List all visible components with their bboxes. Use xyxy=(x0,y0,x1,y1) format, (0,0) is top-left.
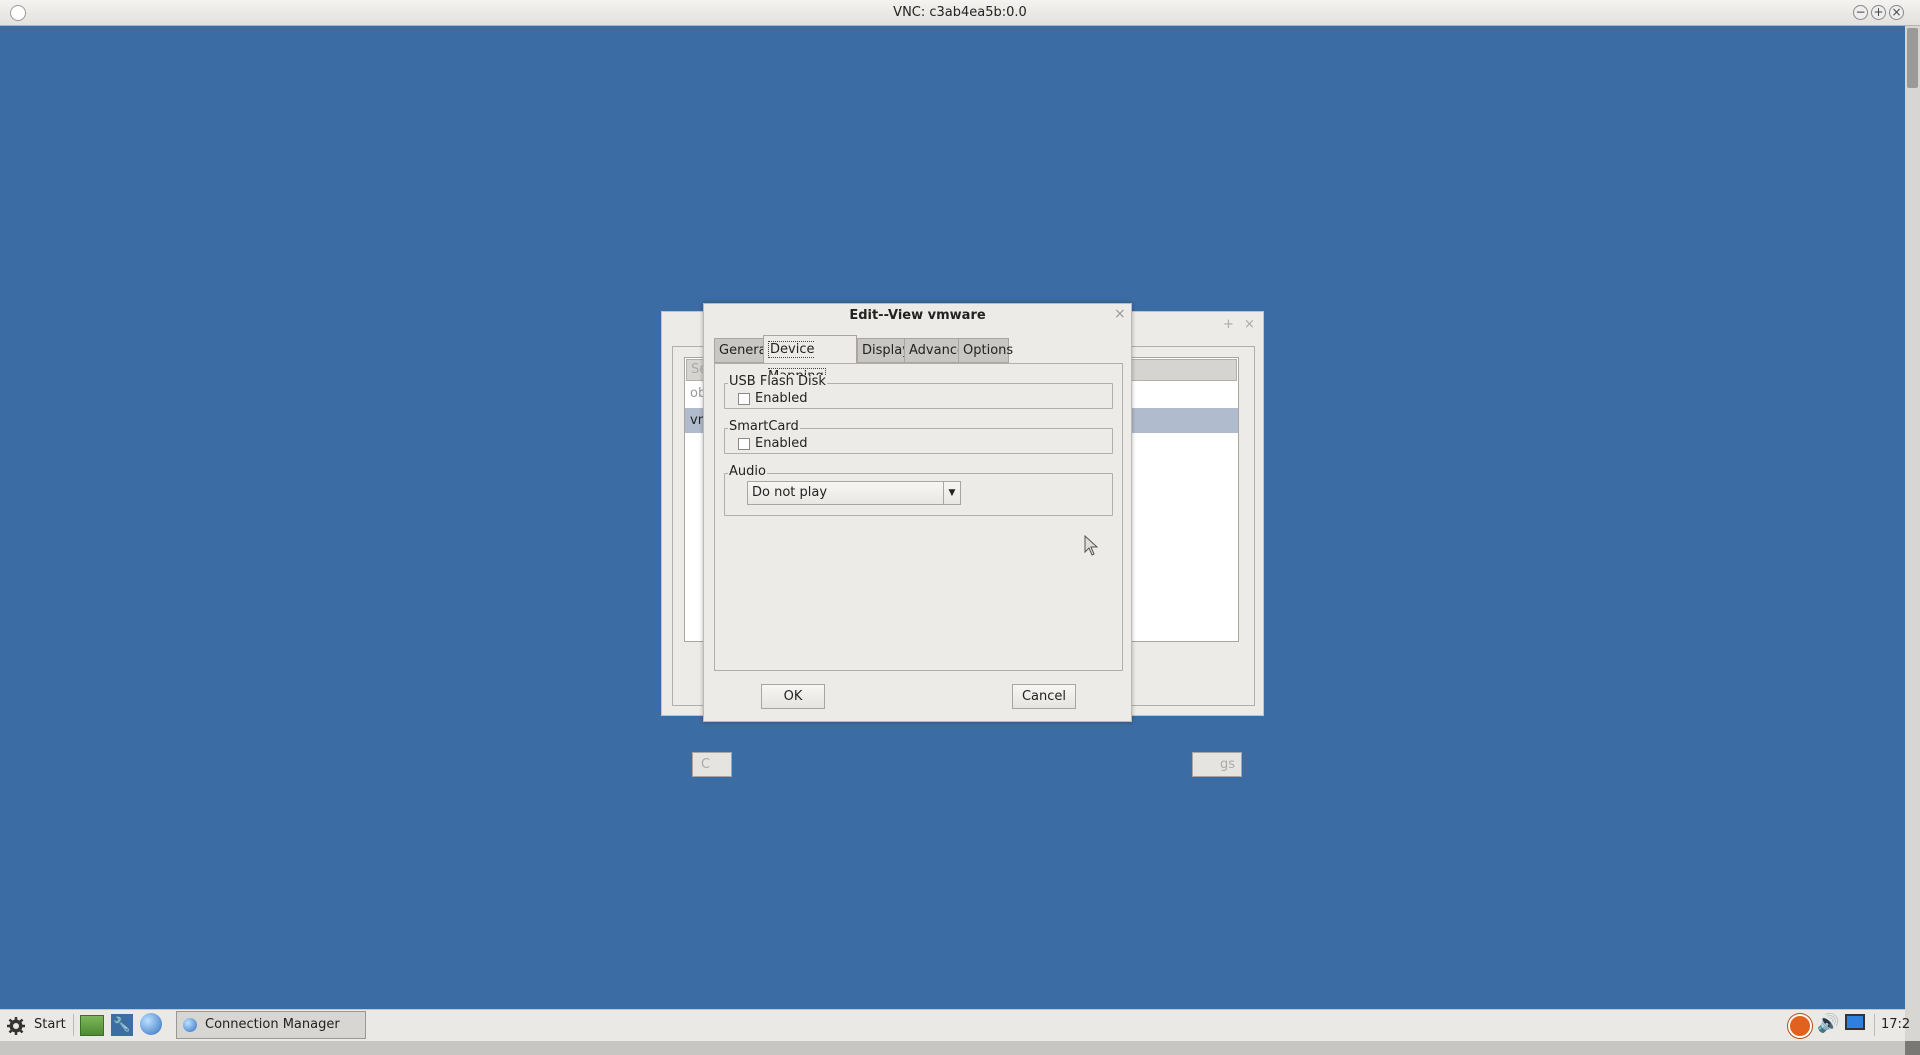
tab-options[interactable]: Options xyxy=(958,338,1013,363)
dialog-title: Edit--View vmware xyxy=(849,308,986,323)
clock: 17:2 xyxy=(1881,1017,1911,1032)
tab-advance[interactable]: Advance xyxy=(904,338,965,363)
task-label: Connection Manager xyxy=(205,1017,340,1032)
desktop-icon[interactable] xyxy=(80,1015,104,1036)
connection-manager-icon xyxy=(183,1018,197,1032)
mouse-cursor-icon xyxy=(1084,535,1099,556)
tab-display[interactable]: Display xyxy=(857,338,910,363)
audio-group-label: Audio xyxy=(728,464,767,479)
start-button[interactable]: Start xyxy=(34,1009,66,1041)
bg-maximize-icon[interactable]: + xyxy=(1223,317,1234,332)
edit-view-dialog: Edit--View vmware × General Device Mappi… xyxy=(703,303,1132,722)
window-menu-icon[interactable] xyxy=(10,5,26,21)
tab-device-mapping[interactable]: Device Mapping xyxy=(763,335,857,385)
audio-select[interactable]: Do not play ▼ xyxy=(747,481,961,505)
network-globe-icon[interactable] xyxy=(140,1013,162,1035)
usb-flash-disk-group: USB Flash Disk Enabled xyxy=(724,375,1113,409)
vnc-title-bar: VNC: c3ab4ea5b:0.0 xyxy=(0,0,1920,26)
cancel-button[interactable]: Cancel xyxy=(1012,684,1076,709)
smartcard-group: SmartCard Enabled xyxy=(724,420,1113,454)
chevron-down-icon[interactable]: ▼ xyxy=(943,482,960,504)
network-status-icon[interactable] xyxy=(1845,1014,1865,1030)
tab-general[interactable]: General xyxy=(714,338,770,363)
smartcard-enabled-checkbox[interactable] xyxy=(738,438,750,450)
horizontal-scrollbar[interactable] xyxy=(0,1041,1905,1055)
audio-selected-value: Do not play xyxy=(752,485,828,500)
usb-group-label: USB Flash Disk xyxy=(728,374,827,389)
usb-enabled-checkbox[interactable] xyxy=(738,393,750,405)
bg-close-icon[interactable]: × xyxy=(1244,317,1255,332)
vertical-scrollbar[interactable] xyxy=(1905,26,1920,1041)
dialog-close-icon[interactable]: × xyxy=(1114,306,1126,322)
gear-icon[interactable] xyxy=(6,1016,26,1036)
scrollbar-corner xyxy=(1905,1041,1920,1055)
minimize-button[interactable]: − xyxy=(1853,5,1868,20)
audio-group: Audio Do not play ▼ xyxy=(724,465,1113,516)
vertical-scrollbar-thumb[interactable] xyxy=(1907,28,1918,88)
volume-icon[interactable]: 🔊 xyxy=(1817,1013,1839,1034)
wrench-icon[interactable]: 🔧 xyxy=(111,1014,133,1036)
app-tray-icon[interactable] xyxy=(1788,1014,1812,1038)
close-button[interactable]: × xyxy=(1889,5,1904,20)
bg-right-button[interactable]: gs xyxy=(1192,752,1242,777)
maximize-button[interactable]: + xyxy=(1871,5,1886,20)
usb-enabled-label[interactable]: Enabled xyxy=(755,392,808,406)
ok-button[interactable]: OK xyxy=(761,684,825,709)
smartcard-group-label: SmartCard xyxy=(728,419,800,434)
taskbar-connection-manager[interactable]: Connection Manager xyxy=(176,1011,366,1039)
smartcard-enabled-label[interactable]: Enabled xyxy=(755,437,808,451)
vnc-title: VNC: c3ab4ea5b:0.0 xyxy=(893,5,1027,20)
device-mapping-panel: USB Flash Disk Enabled SmartCard Enabled… xyxy=(714,363,1123,671)
bg-left-button[interactable]: C xyxy=(692,752,732,777)
